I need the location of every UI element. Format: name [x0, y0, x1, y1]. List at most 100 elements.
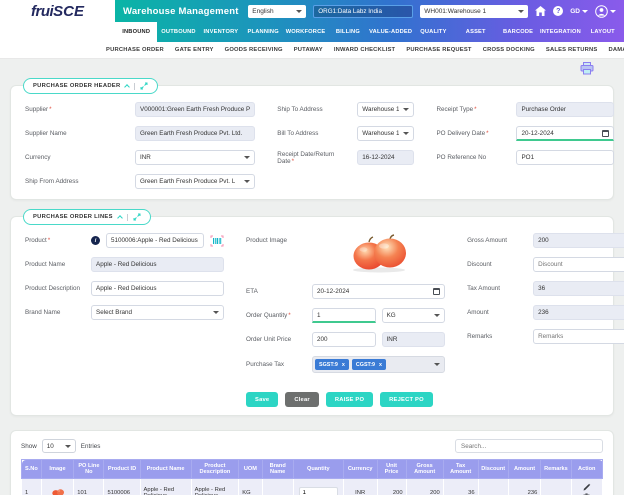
discount-input[interactable]: [533, 257, 624, 272]
eta-date-input[interactable]: 20-12-2024: [312, 284, 446, 299]
remove-chip-icon[interactable]: x: [342, 362, 345, 368]
supplier-row: Supplier* V000001:Green Earth Fresh Prod…: [25, 102, 256, 117]
po-lines-table-card: Show 10 Entries S.No Im: [10, 430, 614, 495]
logo-sce: SCE: [53, 2, 84, 20]
required-marker: *: [47, 237, 51, 244]
avatar-menu[interactable]: [595, 4, 616, 18]
language-select[interactable]: English: [248, 4, 307, 18]
subnav-sales-returns[interactable]: SALES RETURNS: [546, 47, 598, 53]
expand-icon[interactable]: [140, 82, 148, 90]
tab-inbound[interactable]: INBOUND: [115, 22, 158, 42]
warehouse-value: WH001:Warehouse 1: [424, 7, 487, 15]
row-quantity-input[interactable]: [298, 486, 339, 495]
tab-billing[interactable]: BILLING: [327, 22, 369, 42]
clear-button[interactable]: Clear: [285, 392, 319, 407]
tab-asset[interactable]: ASSET: [455, 22, 497, 42]
tab-layout[interactable]: LAYOUT: [582, 22, 624, 42]
po-delivery-date-input[interactable]: 20-12-2024: [516, 126, 615, 141]
content-area: PURCHASE ORDER HEADER Supplier* V000001:…: [0, 59, 624, 495]
remove-chip-icon[interactable]: x: [379, 362, 382, 368]
expand-icon[interactable]: [133, 213, 141, 221]
ship-from-select[interactable]: Green Earth Fresh Produce Pvt. L: [135, 174, 256, 189]
amount-field: 236: [533, 305, 624, 320]
product-label: Product*: [25, 237, 51, 244]
tab-value-added[interactable]: VALUE-ADDED: [369, 22, 412, 42]
cell-image: [40, 478, 75, 495]
section-title: PURCHASE ORDER HEADER: [33, 83, 121, 89]
product-thumbnail: [51, 488, 64, 495]
tab-barcode[interactable]: BARCODE: [497, 22, 539, 42]
po-reference-input[interactable]: [516, 150, 615, 165]
brand-select[interactable]: Select Brand: [91, 305, 224, 320]
warehouse-select[interactable]: WH001:Warehouse 1: [420, 4, 529, 18]
help-button[interactable]: ?: [553, 6, 564, 16]
ship-to-select[interactable]: Warehouse 1: [357, 102, 415, 117]
edit-icon[interactable]: [583, 483, 591, 491]
required-marker: *: [474, 106, 477, 113]
order-quantity-input[interactable]: [312, 308, 376, 323]
tab-outbound[interactable]: OUTBOUND: [157, 22, 199, 42]
tab-integration[interactable]: INTEGRATION: [539, 22, 581, 42]
collapse-icon[interactable]: [124, 84, 131, 90]
po-lines-col-2: Product Image ETA 20-12-2024 Order Quant…: [246, 233, 446, 407]
subnav-goods-receiving[interactable]: GOODS RECEIVING: [225, 47, 283, 53]
uom-select[interactable]: KG: [381, 308, 446, 323]
sub-nav: PURCHASE ORDER GATE ENTRY GOODS RECEIVIN…: [0, 42, 624, 59]
tax-chip-sgst: SGST:9 x: [315, 359, 349, 370]
purchase-tax-multiselect[interactable]: SGST:9 x CGST:9 x: [312, 356, 446, 373]
amount-row: Amount 236: [467, 305, 624, 320]
calendar-icon[interactable]: [433, 288, 441, 295]
order-quantity-label: Order Quantity*: [246, 312, 291, 319]
subnav-cross-docking[interactable]: CROSS DOCKING: [483, 47, 535, 53]
divider: [134, 82, 136, 90]
po-lines-form: Product* i 5100006:Apple - Red Delicious…: [25, 233, 624, 407]
product-description-input[interactable]: [91, 281, 224, 296]
col-po-line-no: PO Line No: [73, 459, 105, 479]
tab-inventory[interactable]: INVENTORY: [200, 22, 242, 42]
tab-quality[interactable]: QUALITY: [412, 22, 454, 42]
save-button[interactable]: Save: [246, 392, 279, 407]
collapse-icon[interactable]: [116, 215, 123, 221]
supplier-label: Supplier*: [25, 106, 52, 113]
order-unit-price-row: Order Unit Price INR: [246, 332, 446, 347]
gross-amount-label: Gross Amount: [467, 237, 508, 244]
subnav-damaged-stock[interactable]: DAMAGED STOCK: [608, 47, 624, 53]
subnav-putaway[interactable]: PUTAWAY: [294, 47, 323, 53]
org-select[interactable]: ORG1:Data Labz India: [313, 4, 414, 18]
order-unit-price-input[interactable]: [312, 332, 376, 347]
gross-amount-row: Gross Amount 200: [467, 233, 624, 248]
col-gross-amount: Gross Amount: [405, 459, 444, 479]
receipt-type-field: Purchase Order: [516, 102, 615, 117]
raise-po-button[interactable]: RAISE PO: [325, 392, 374, 407]
subnav-purchase-order[interactable]: PURCHASE ORDER: [106, 47, 164, 53]
reject-po-button[interactable]: REJECT PO: [380, 392, 433, 407]
currency-select[interactable]: INR: [135, 150, 256, 165]
subnav-inward-checklist[interactable]: INWARD CHECKLIST: [334, 47, 396, 53]
subnav-purchase-request[interactable]: PURCHASE REQUEST: [406, 47, 471, 53]
page-size-select[interactable]: 10: [41, 439, 76, 453]
table-controls: Show 10 Entries: [21, 439, 603, 453]
subnav-gate-entry[interactable]: GATE ENTRY: [175, 47, 214, 53]
product-row: Product* i: [25, 233, 224, 248]
supplier-name-label: Supplier Name: [25, 130, 67, 137]
info-icon[interactable]: i: [91, 236, 100, 245]
col-currency: Currency: [342, 459, 378, 479]
divider: [126, 213, 128, 221]
po-lines-col-3: Gross Amount 200 Discount Tax Amount 36 …: [467, 233, 624, 407]
po-lines-section-pill: PURCHASE ORDER LINES: [23, 209, 151, 225]
home-button[interactable]: [535, 6, 547, 16]
chevron-down-icon: [296, 9, 303, 13]
calendar-icon[interactable]: [602, 129, 610, 137]
bill-to-select[interactable]: Warehouse 1: [357, 126, 415, 141]
print-button[interactable]: [580, 61, 594, 75]
product-input[interactable]: [106, 233, 204, 248]
remarks-input[interactable]: [533, 329, 624, 344]
tab-planning[interactable]: PLANNING: [242, 22, 284, 42]
barcode-scan-button[interactable]: [210, 235, 224, 247]
ship-from-row: Ship From Address Green Earth Fresh Prod…: [25, 174, 256, 189]
order-quantity-row: Order Quantity* KG: [246, 308, 446, 323]
user-initials-menu[interactable]: GD: [570, 8, 588, 15]
table-search-input[interactable]: [455, 439, 603, 453]
tab-workforce[interactable]: WORKFORCE: [284, 22, 326, 42]
col-tax-amount: Tax Amount: [442, 459, 479, 479]
